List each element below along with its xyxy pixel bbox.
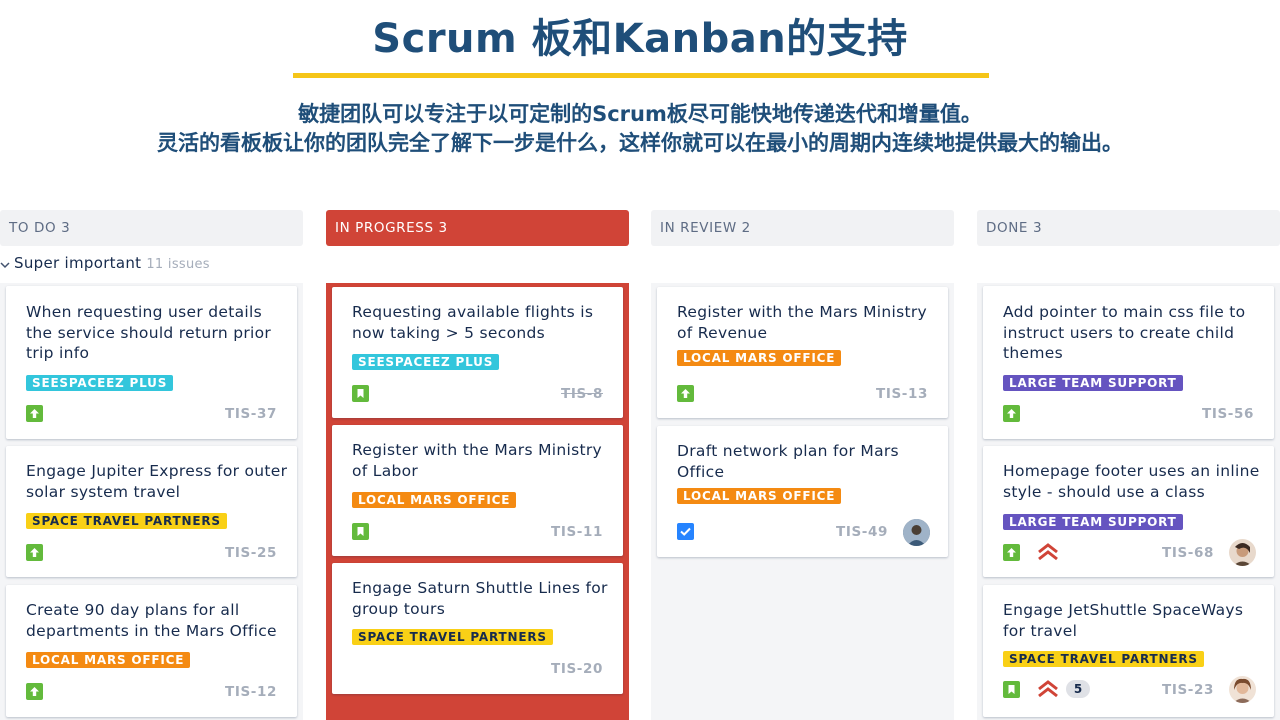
epic-label[interactable]: LARGE TEAM SUPPORT (1003, 514, 1183, 530)
story-bookmark-icon (1003, 681, 1020, 698)
issue-key[interactable]: TIS-8 (561, 386, 603, 402)
issue-card[interactable]: Draft network plan for Mars Office LOCAL… (657, 426, 948, 557)
issue-card[interactable]: Homepage footer uses an inline style - s… (983, 446, 1274, 577)
issue-summary: Register with the Mars Ministry of Reven… (677, 303, 927, 342)
task-checkbox-icon (677, 523, 694, 540)
issue-card[interactable]: Register with the Mars Ministry of Reven… (657, 287, 948, 418)
issue-summary: Requesting available flights is now taki… (352, 303, 594, 342)
story-improvement-icon (1003, 544, 1020, 561)
epic-label[interactable]: SEESPACEEZ PLUS (26, 375, 174, 391)
issue-summary: Register with the Mars Ministry of Labor (352, 441, 602, 480)
issue-key[interactable]: TIS-25 (225, 545, 277, 561)
epic-label[interactable]: LOCAL MARS OFFICE (677, 350, 842, 366)
column-header-in-review[interactable]: IN REVIEW 2 (651, 210, 954, 246)
epic-label[interactable]: LOCAL MARS OFFICE (352, 492, 517, 508)
subtitle-line-2: 灵活的看板板让你的团队完全了解下一步是什么，这样你就可以在最小的周期内连续地提供… (157, 131, 1123, 155)
issue-key[interactable]: TIS-49 (836, 524, 888, 540)
story-improvement-icon (26, 544, 43, 561)
issue-card[interactable]: Engage JetShuttle SpaceWays for travel S… (983, 585, 1274, 717)
vote-count-badge: 5 (1066, 680, 1090, 698)
issue-summary: When requesting user details the service… (26, 303, 272, 362)
issue-card[interactable]: Create 90 day plans for all departments … (6, 585, 297, 717)
swimlane-issue-count: 11 issues (146, 257, 210, 272)
user-avatar[interactable] (1229, 676, 1256, 703)
issue-summary: Engage Jupiter Express for outer solar s… (26, 462, 288, 501)
issue-summary: Homepage footer uses an inline style - s… (1003, 462, 1260, 501)
story-bookmark-icon (352, 385, 369, 402)
story-improvement-icon (26, 683, 43, 700)
story-bookmark-icon (352, 523, 369, 540)
issue-key[interactable]: TIS-13 (876, 386, 928, 402)
swimlane-label: Super important (14, 254, 142, 272)
issue-key[interactable]: TIS-20 (551, 661, 603, 677)
title-underline (293, 73, 989, 78)
issue-card[interactable]: Engage Jupiter Express for outer solar s… (6, 446, 297, 577)
epic-label[interactable]: SPACE TRAVEL PARTNERS (26, 513, 227, 529)
epic-label[interactable]: SPACE TRAVEL PARTNERS (1003, 651, 1204, 667)
story-improvement-icon (1003, 405, 1020, 422)
issue-key[interactable]: TIS-12 (225, 684, 277, 700)
issue-card[interactable]: Requesting available flights is now taki… (332, 287, 623, 418)
epic-label[interactable]: SPACE TRAVEL PARTNERS (352, 629, 553, 645)
epic-label[interactable]: SEESPACEEZ PLUS (352, 354, 500, 370)
user-avatar[interactable] (903, 519, 930, 546)
issue-summary: Create 90 day plans for all departments … (26, 601, 277, 640)
issue-summary: Engage Saturn Shuttle Lines for group to… (352, 579, 608, 618)
chevron-down-icon (0, 255, 10, 273)
issue-key[interactable]: TIS-37 (225, 406, 277, 422)
issue-key[interactable]: TIS-11 (551, 524, 603, 540)
issue-card[interactable]: Add pointer to main css file to instruct… (983, 286, 1274, 439)
column-header-done[interactable]: DONE 3 (977, 210, 1280, 246)
issue-key[interactable]: TIS-23 (1162, 682, 1214, 698)
issue-card[interactable]: Engage Saturn Shuttle Lines for group to… (332, 563, 623, 694)
issue-card[interactable]: When requesting user details the service… (6, 286, 297, 439)
issue-summary: Add pointer to main css file to instruct… (1003, 303, 1246, 362)
issue-key[interactable]: TIS-56 (1202, 406, 1254, 422)
column-header-todo[interactable]: TO DO 3 (0, 210, 303, 246)
story-improvement-icon (677, 385, 694, 402)
column-header-in-progress[interactable]: IN PROGRESS 3 (326, 210, 629, 246)
issue-summary: Engage JetShuttle SpaceWays for travel (1003, 601, 1244, 640)
highest-priority-icon (1037, 680, 1059, 698)
issue-key[interactable]: TIS-68 (1162, 545, 1214, 561)
story-improvement-icon (26, 405, 43, 422)
epic-label[interactable]: LOCAL MARS OFFICE (26, 652, 191, 668)
issue-card[interactable]: Register with the Mars Ministry of Labor… (332, 425, 623, 556)
user-avatar[interactable] (1229, 539, 1256, 566)
subtitle-line-1: 敏捷团队可以专注于以可定制的Scrum板尽可能快地传递迭代和增量值。 (298, 102, 982, 126)
epic-label[interactable]: LARGE TEAM SUPPORT (1003, 375, 1183, 391)
highest-priority-icon (1037, 543, 1059, 561)
epic-label[interactable]: LOCAL MARS OFFICE (677, 488, 842, 504)
issue-summary: Draft network plan for Mars Office (677, 442, 899, 481)
slide-title: Scrum 板和Kanban的支持 (372, 16, 908, 62)
swimlane-header[interactable]: Super important 11 issues (0, 254, 210, 273)
